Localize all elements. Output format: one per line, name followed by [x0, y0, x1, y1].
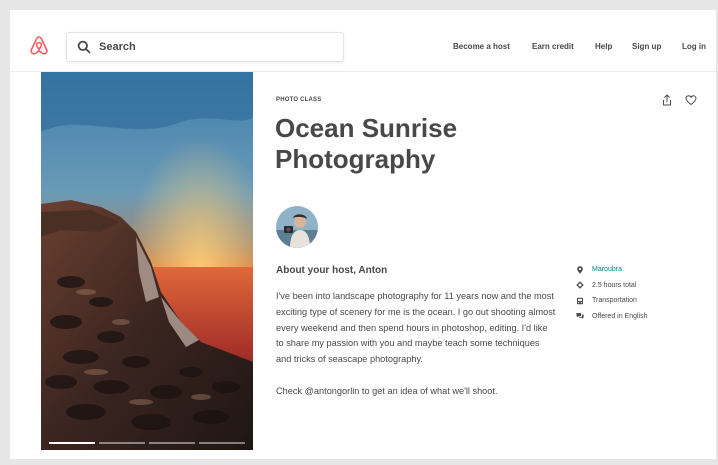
- nav-log-in[interactable]: Log in: [682, 42, 706, 51]
- host-bio-paragraph: Check @antongorlin to get an idea of wha…: [276, 385, 498, 396]
- host-photo: [276, 206, 318, 248]
- detail-transportation: Transportation: [576, 293, 648, 309]
- detail-location: Maroubra: [576, 262, 648, 278]
- search-icon: [77, 40, 91, 54]
- detail-duration: 2.5 hours total: [576, 278, 648, 294]
- nav-sign-up[interactable]: Sign up: [632, 42, 661, 51]
- photo-carousel-indicator: [49, 442, 245, 444]
- chat-bubbles-icon: [576, 313, 584, 320]
- app-window: Search Become a host Earn credit Help Si…: [10, 10, 716, 459]
- carousel-segment[interactable]: [199, 442, 245, 444]
- detail-language: Offered in English: [576, 309, 648, 325]
- heart-icon[interactable]: [685, 94, 697, 106]
- experience-category: PHOTO CLASS: [276, 97, 322, 103]
- nav-help[interactable]: Help: [595, 42, 612, 51]
- search-input[interactable]: Search: [99, 41, 136, 53]
- share-icon[interactable]: [661, 94, 673, 106]
- detail-duration-text: 2.5 hours total: [592, 281, 637, 289]
- host-heading: About your host, Anton: [276, 265, 388, 276]
- carousel-segment-active[interactable]: [49, 442, 95, 444]
- experience-details: Maroubra 2.5 hours total Transportation: [576, 262, 648, 324]
- transportation-icon: [577, 297, 583, 304]
- host-bio-paragraph: I've been into landscape photography for…: [276, 291, 556, 365]
- search-bar[interactable]: Search: [66, 32, 344, 62]
- detail-transportation-text: Transportation: [592, 297, 637, 305]
- sunrise-seascape-image: [41, 72, 253, 450]
- location-pin-icon: [577, 266, 583, 274]
- top-navigation-bar: Search Become a host Earn credit Help Si…: [10, 10, 716, 72]
- nav-earn-credit[interactable]: Earn credit: [532, 42, 574, 51]
- nav-become-a-host[interactable]: Become a host: [453, 42, 510, 51]
- carousel-segment[interactable]: [149, 442, 195, 444]
- clock-diamond-icon: [576, 281, 584, 289]
- detail-location-link[interactable]: Maroubra: [592, 266, 622, 273]
- airbnb-logo-icon[interactable]: [28, 34, 50, 56]
- carousel-segment[interactable]: [99, 442, 145, 444]
- experience-photo[interactable]: [41, 72, 253, 450]
- host-avatar[interactable]: [276, 206, 318, 248]
- host-bio: I've been into landscape photography for…: [276, 289, 556, 415]
- detail-language-text: Offered in English: [592, 312, 648, 320]
- experience-title: Ocean Sunrise Photography: [275, 113, 458, 174]
